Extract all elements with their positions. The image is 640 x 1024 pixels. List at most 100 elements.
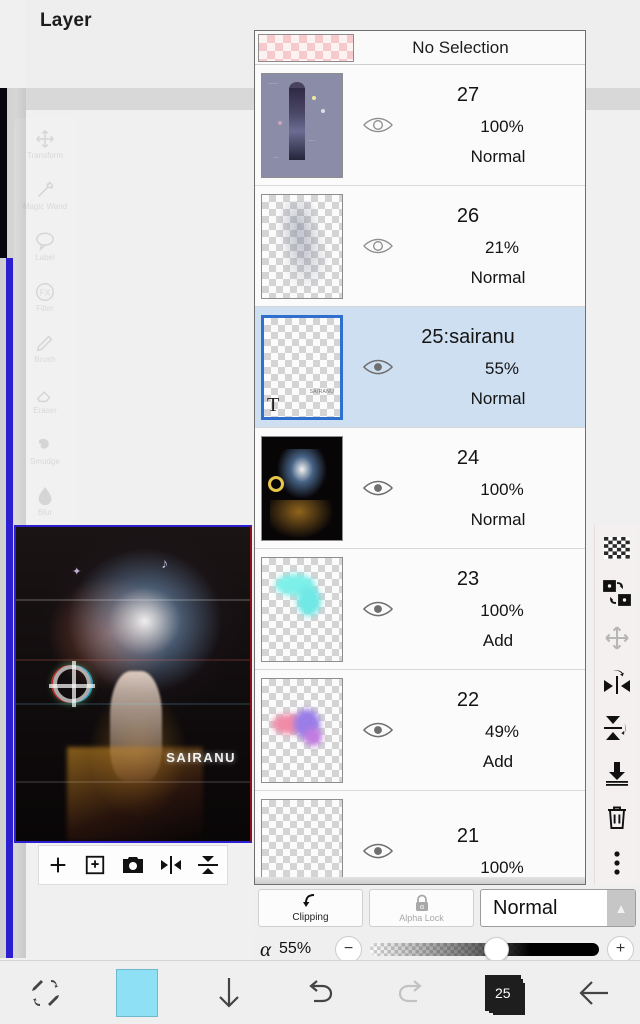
sparkle-decor: ✦ <box>72 565 82 578</box>
tool-filter[interactable]: FX Filter <box>14 271 76 322</box>
color-swatch[interactable] <box>91 968 182 1017</box>
redo-icon[interactable] <box>366 979 457 1007</box>
tool-label-tool[interactable]: Label <box>14 220 76 271</box>
layer-info-cell: 25:sairanu 55% Normal <box>407 307 585 427</box>
layer-info-cell: 24 100% Normal <box>407 428 585 548</box>
layer-actions-toolbar[interactable] <box>594 525 638 885</box>
layer-list[interactable]: ------- ----- ---- 27 100% Normal 26 21%… <box>255 65 585 884</box>
blend-mode-value: Normal <box>493 896 558 919</box>
blend-mode-select[interactable]: Normal ▲ <box>480 889 636 927</box>
artwork: ✦ ♪ SAIRANU <box>16 527 250 841</box>
table-row[interactable]: 21 100% <box>255 791 585 884</box>
canvas-preview[interactable]: ✦ ♪ SAIRANU <box>14 525 252 843</box>
layer-blend-mode: Normal <box>470 146 526 166</box>
layer-blend-mode: Add <box>482 630 514 650</box>
layer-thumbnail <box>261 435 343 541</box>
table-row[interactable]: 26 21% Normal <box>255 186 585 307</box>
layer-thumbnail-cell[interactable]: ------- ----- ---- <box>255 65 349 185</box>
checkerboard-icon[interactable] <box>600 531 634 565</box>
tool-smudge[interactable]: Smudge <box>14 424 76 475</box>
layer-thumbnail-cell[interactable] <box>255 186 349 306</box>
tool-label: Transform <box>26 150 64 160</box>
layer-thumbnail-cell[interactable] <box>255 549 349 669</box>
move-arrows-icon <box>32 128 58 150</box>
current-color-swatch[interactable] <box>116 968 159 1017</box>
layer-visibility-cell[interactable] <box>349 670 407 790</box>
brush-icon <box>32 332 58 354</box>
alpha-lock-button[interactable]: α Alpha Lock <box>369 889 474 927</box>
layer-visibility-cell[interactable] <box>349 65 407 185</box>
alpha-lock-label: Alpha Lock <box>399 912 444 923</box>
blend-mode-bar[interactable]: Clipping α Alpha Lock Normal ▲ <box>254 887 640 929</box>
layer-thumbnail <box>261 556 343 662</box>
layer-name: 24 <box>456 446 480 469</box>
layer-thumbnail <box>261 677 343 783</box>
tool-palette[interactable]: Transform Magic Wand Label FX Filter Bru… <box>14 118 76 530</box>
layer-info-cell: 23 100% Add <box>407 549 585 669</box>
opacity-decrease-button[interactable]: − <box>335 935 363 963</box>
droplet-icon <box>32 485 58 507</box>
clipping-button[interactable]: Clipping <box>258 889 363 927</box>
tool-transform[interactable]: Transform <box>14 118 76 169</box>
eye-visible-icon[interactable] <box>363 599 393 619</box>
table-row[interactable]: ------- ----- ---- 27 100% Normal <box>255 65 585 186</box>
tool-label: Label <box>35 252 55 262</box>
eye-hidden-icon[interactable] <box>363 236 393 256</box>
eye-visible-icon[interactable] <box>363 357 393 377</box>
layer-thumbnail-cell[interactable] <box>255 428 349 548</box>
opacity-slider[interactable] <box>370 936 599 962</box>
plus-icon[interactable] <box>44 851 72 879</box>
layer-visibility-cell[interactable] <box>349 549 407 669</box>
layer-visibility-cell[interactable] <box>349 791 407 884</box>
more-options-icon[interactable] <box>600 846 634 880</box>
bottom-navigation[interactable]: 25 <box>0 960 640 1024</box>
table-row[interactable]: SAIRANU T 25:sairanu 55% Normal <box>255 307 585 428</box>
horizontal-scrollbar[interactable] <box>255 877 585 884</box>
tool-blur[interactable]: Blur <box>14 475 76 526</box>
layer-thumbnail-cell[interactable] <box>255 670 349 790</box>
tool-magic-wand[interactable]: Magic Wand <box>14 169 76 220</box>
camera-icon[interactable] <box>119 851 147 879</box>
layer-visibility-cell[interactable] <box>349 186 407 306</box>
layer-opacity: 100% <box>480 600 524 620</box>
table-row[interactable]: 23 100% Add <box>255 549 585 670</box>
download-arrow-icon[interactable] <box>183 976 274 1010</box>
tool-eraser[interactable]: Eraser <box>14 373 76 424</box>
layer-info-cell: 26 21% Normal <box>407 186 585 306</box>
tool-brush[interactable]: Brush <box>14 322 76 373</box>
flip-horizontal-icon[interactable] <box>157 851 185 879</box>
back-arrow-icon[interactable] <box>549 978 640 1008</box>
undo-icon[interactable] <box>274 979 365 1007</box>
eye-visible-icon[interactable] <box>363 841 393 861</box>
layer-visibility-cell[interactable] <box>349 307 407 427</box>
thumb-blob <box>303 727 322 746</box>
brush-eraser-swap-icon[interactable] <box>0 978 91 1008</box>
canvas-action-bar[interactable] <box>38 845 228 885</box>
transparency-swatch[interactable] <box>258 33 354 62</box>
flip-vertical-icon[interactable] <box>194 851 222 879</box>
eye-visible-icon[interactable] <box>363 720 393 740</box>
layer-thumbnail-cell[interactable]: SAIRANU T <box>255 307 349 427</box>
add-frame-icon[interactable] <box>81 851 109 879</box>
layer-visibility-cell[interactable] <box>349 428 407 548</box>
layer-panel[interactable]: No Selection ------- ----- ---- 27 100% … <box>254 30 586 885</box>
eye-visible-icon[interactable] <box>363 478 393 498</box>
table-row[interactable]: 22 49% Add <box>255 670 585 791</box>
layers-badge[interactable]: 25 <box>457 974 548 1011</box>
flip-vertical-icon[interactable] <box>600 711 634 745</box>
trash-icon[interactable] <box>600 801 634 835</box>
opacity-increase-button[interactable]: + <box>607 935 634 963</box>
flip-horizontal-icon[interactable] <box>600 666 634 700</box>
glitch-line <box>16 658 250 661</box>
chevron-up-icon[interactable]: ▲ <box>607 890 635 926</box>
layer-thumbnail: ------- ----- ---- <box>261 72 343 178</box>
merge-down-icon[interactable] <box>600 756 634 790</box>
layer-name: 21 <box>456 824 480 847</box>
table-row[interactable]: 24 100% Normal <box>255 428 585 549</box>
eye-hidden-icon[interactable] <box>363 115 393 135</box>
tool-label: Smudge <box>30 456 60 466</box>
layer-thumbnail-cell[interactable] <box>255 791 349 884</box>
move-arrows-icon[interactable] <box>600 621 634 655</box>
slider-knob[interactable] <box>483 936 509 962</box>
swap-layer-icon[interactable] <box>600 576 634 610</box>
